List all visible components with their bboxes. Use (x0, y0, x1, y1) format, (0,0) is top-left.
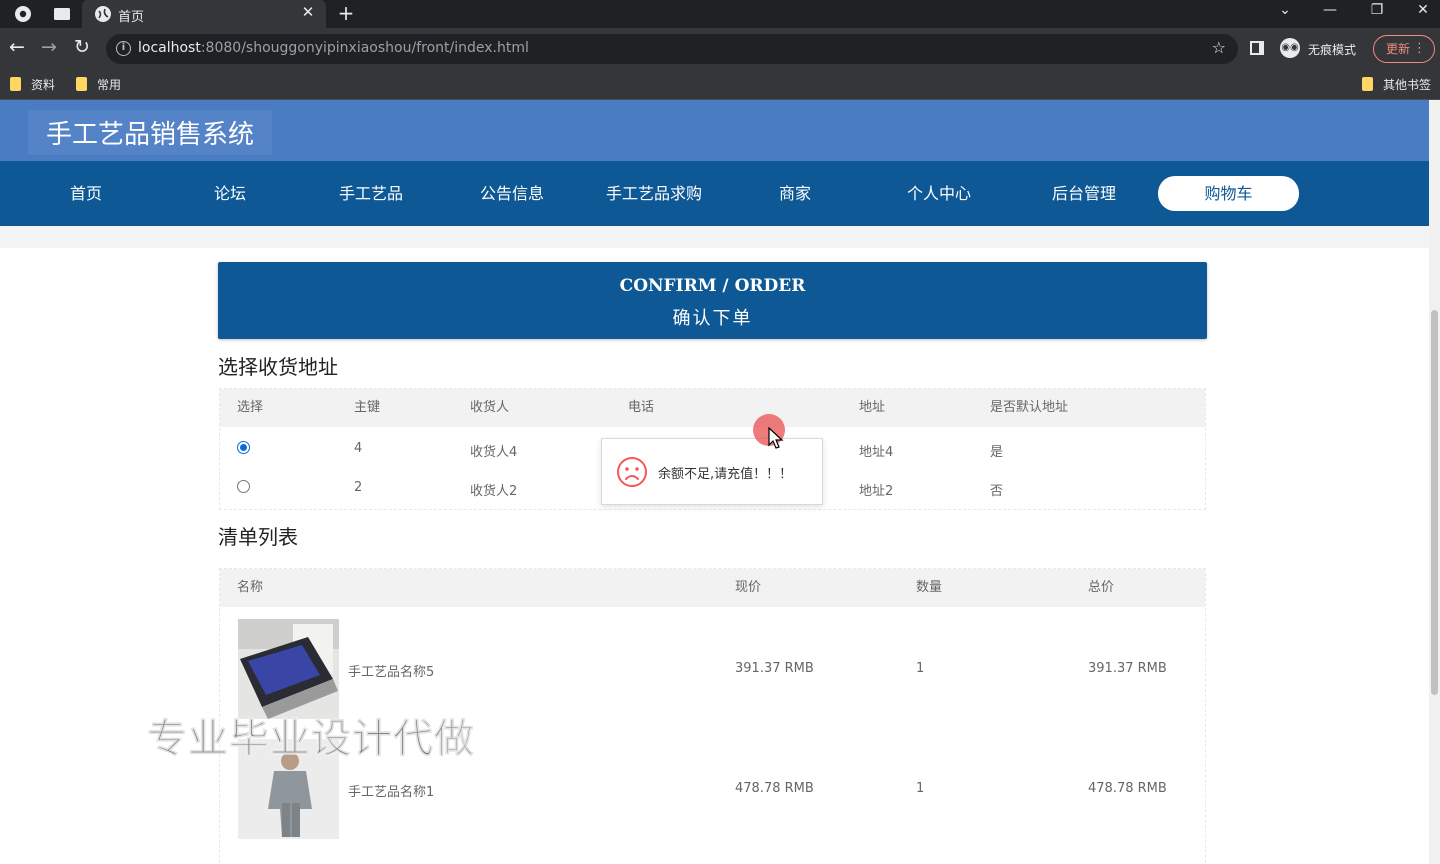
column-header: 选择 (237, 400, 264, 415)
side-panel-icon[interactable] (1250, 41, 1264, 55)
product-total: 391.37 RMB (1088, 661, 1167, 676)
address-id: 2 (354, 480, 363, 495)
folder-icon (10, 77, 21, 91)
bookmark-folder-ziliao[interactable]: 资料 (10, 74, 55, 96)
nav-forum[interactable]: 论坛 (160, 161, 300, 226)
is-default-address: 否 (990, 484, 1004, 499)
column-header: 数量 (916, 580, 943, 595)
address-id: 4 (354, 441, 363, 456)
main-nav: 首页 论坛 手工艺品 公告信息 手工艺品求购 商家 个人中心 后台管理 购物车 (0, 161, 1440, 226)
folder-icon (1362, 77, 1373, 91)
product-price: 478.78 RMB (735, 781, 814, 796)
product-quantity: 1 (916, 781, 925, 796)
banner-title-en: CONFIRM / ORDER (619, 276, 806, 296)
column-header: 是否默认地址 (990, 400, 1069, 415)
tab-title: 首页 (118, 10, 145, 25)
nav-personal-center[interactable]: 个人中心 (869, 161, 1009, 226)
site-title: 手工艺品销售系统 (28, 110, 273, 155)
nav-purchase-requests[interactable]: 手工艺品求购 (584, 161, 724, 226)
column-header: 地址 (859, 400, 886, 415)
new-tab-icon[interactable]: + (336, 1, 356, 25)
browser-toolbar: ← → ↻ i localhost:8080/shouggonyipinxiao… (0, 28, 1440, 70)
minimize-icon[interactable]: — (1318, 2, 1342, 18)
nav-cart-button[interactable]: 购物车 (1158, 176, 1299, 211)
tab-groups-icon[interactable] (53, 5, 71, 23)
folder-icon (76, 77, 87, 91)
site-info-icon[interactable]: i (116, 41, 131, 56)
product-name[interactable]: 手工艺品名称5 (348, 661, 434, 680)
nav-admin[interactable]: 后台管理 (1014, 161, 1154, 226)
bookmarks-bar: 资料 常用 其他书签 (0, 70, 1440, 100)
receiver-address: 地址2 (859, 484, 894, 499)
product-price: 391.37 RMB (735, 661, 814, 676)
is-default-address: 是 (990, 445, 1004, 460)
forward-icon[interactable]: → (37, 36, 61, 58)
confirm-order-banner: CONFIRM / ORDER 确认下单 (218, 262, 1207, 339)
close-tab-icon[interactable]: ✕ (299, 3, 317, 21)
product-image[interactable] (238, 619, 339, 719)
page-scrollbar[interactable] (1429, 100, 1440, 864)
column-header: 总价 (1088, 580, 1115, 595)
update-button[interactable]: 更新 ⋮ (1373, 35, 1435, 63)
address-section-title: 选择收货地址 (218, 355, 338, 379)
product-name[interactable]: 手工艺品名称1 (348, 781, 434, 800)
back-icon[interactable]: ← (5, 36, 29, 58)
order-list-section-title: 清单列表 (218, 525, 298, 549)
product-total: 478.78 RMB (1088, 781, 1167, 796)
banner-title-cn: 确认下单 (672, 308, 753, 329)
browser-tab-bar: 首页 ✕ + ⌄ — ❐ ✕ (0, 0, 1440, 28)
column-header: 主键 (354, 400, 381, 415)
nav-announcements[interactable]: 公告信息 (442, 161, 582, 226)
receiver-name: 收货人4 (470, 445, 518, 460)
receiver-address: 地址4 (859, 445, 894, 460)
url-text[interactable]: localhost:8080/shouggonyipinxiaoshou/fro… (138, 40, 529, 56)
other-bookmarks[interactable]: 其他书签 (1362, 74, 1431, 96)
nav-home[interactable]: 首页 (16, 161, 156, 226)
toast-message: 余额不足,请充值！！！ (658, 467, 793, 482)
reload-icon[interactable]: ↻ (70, 36, 94, 58)
column-header: 现价 (735, 580, 762, 595)
site-header: 手工艺品销售系统 (0, 100, 1440, 161)
web-page: 手工艺品销售系统 首页 论坛 手工艺品 公告信息 手工艺品求购 商家 个人中心 … (0, 100, 1440, 864)
address-bar[interactable]: i localhost:8080/shouggonyipinxiaoshou/f… (106, 34, 1238, 64)
order-table-header: 名称 现价 数量 总价 (220, 569, 1205, 607)
column-header: 收货人 (470, 400, 510, 415)
address-radio[interactable] (237, 480, 250, 493)
globe-icon (95, 6, 111, 22)
error-toast: 余额不足,请充值！！！ (601, 438, 823, 505)
nav-merchants[interactable]: 商家 (725, 161, 865, 226)
receiver-name: 收货人2 (470, 484, 518, 499)
incognito-icon[interactable]: ◉◉ (1280, 38, 1300, 58)
bookmark-star-icon[interactable]: ☆ (1212, 38, 1226, 57)
bookmark-folder-changyong[interactable]: 常用 (76, 74, 121, 96)
watermark-text: 专业毕业设计代做 (147, 716, 475, 763)
incognito-label[interactable]: 无痕模式 (1308, 41, 1356, 58)
browser-logo-icon[interactable] (14, 5, 32, 23)
address-table-header: 选择 主键 收货人 电话 地址 是否默认地址 (220, 389, 1205, 427)
column-header: 名称 (237, 580, 264, 595)
restore-icon[interactable]: ❐ (1365, 2, 1389, 18)
chevron-down-icon[interactable]: ⌄ (1273, 2, 1297, 18)
product-quantity: 1 (916, 661, 925, 676)
scrollbar-thumb[interactable] (1431, 310, 1438, 695)
nav-shadow-band (0, 226, 1440, 248)
mouse-cursor-icon (768, 427, 784, 449)
address-radio[interactable] (237, 441, 250, 454)
nav-handicrafts[interactable]: 手工艺品 (301, 161, 441, 226)
sad-face-icon (617, 457, 647, 487)
close-window-icon[interactable]: ✕ (1411, 2, 1435, 18)
menu-dots-icon[interactable]: ⋮ (1413, 36, 1426, 62)
column-header: 电话 (628, 400, 655, 415)
